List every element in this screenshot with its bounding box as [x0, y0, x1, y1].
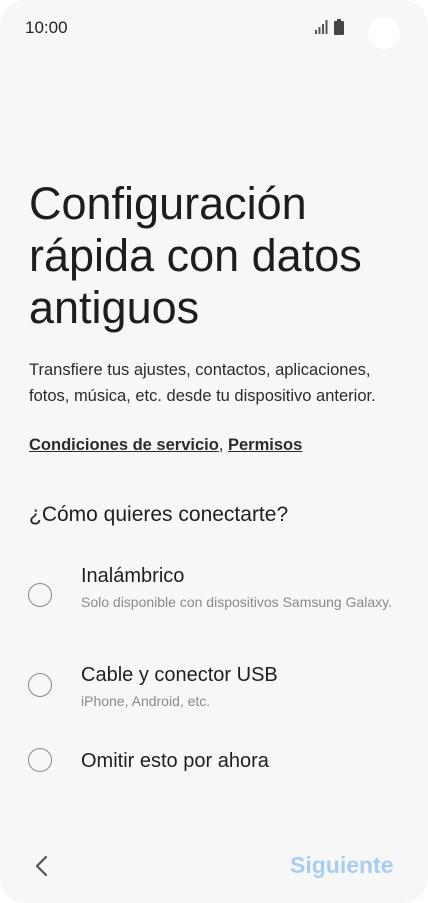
phone-screen: 10:00 Configuración rápida con datos ant…	[0, 0, 428, 903]
signal-icon	[315, 20, 328, 34]
page-title: Configuración rápida con datos antiguos	[29, 178, 362, 333]
option-label: Omitir esto por ahora	[81, 750, 269, 772]
camera-cutout	[368, 17, 400, 49]
terms-link[interactable]: Condiciones de servicio	[29, 436, 219, 454]
option-sublabel: iPhone, Android, etc.	[81, 693, 211, 709]
option-wireless[interactable]: Inalámbrico Solo disponible con disposit…	[0, 560, 428, 632]
terms-links: Condiciones de servicio, Permisos	[29, 432, 302, 458]
next-button[interactable]: Siguiente	[290, 852, 394, 879]
option-skip[interactable]: Omitir esto por ahora	[0, 744, 428, 778]
battery-icon	[334, 19, 344, 35]
permissions-link[interactable]: Permisos	[228, 436, 302, 454]
option-label: Cable y conector USB	[81, 664, 278, 686]
option-label: Inalámbrico	[81, 565, 185, 587]
connection-question: ¿Cómo quieres conectarte?	[29, 503, 289, 526]
chevron-left-icon[interactable]	[28, 852, 56, 880]
status-bar: 10:00	[0, 0, 428, 56]
description-text: Transfiere tus ajustes, contactos, aplic…	[29, 361, 376, 405]
links-separator: ,	[218, 436, 224, 454]
radio-button[interactable]	[28, 748, 52, 772]
radio-button[interactable]	[28, 583, 52, 607]
status-time: 10:00	[25, 18, 68, 37]
radio-button[interactable]	[28, 673, 52, 697]
option-sublabel: Solo disponible con dispositivos Samsung…	[81, 594, 393, 610]
option-usb-cable[interactable]: Cable y conector USB iPhone, Android, et…	[0, 660, 428, 716]
